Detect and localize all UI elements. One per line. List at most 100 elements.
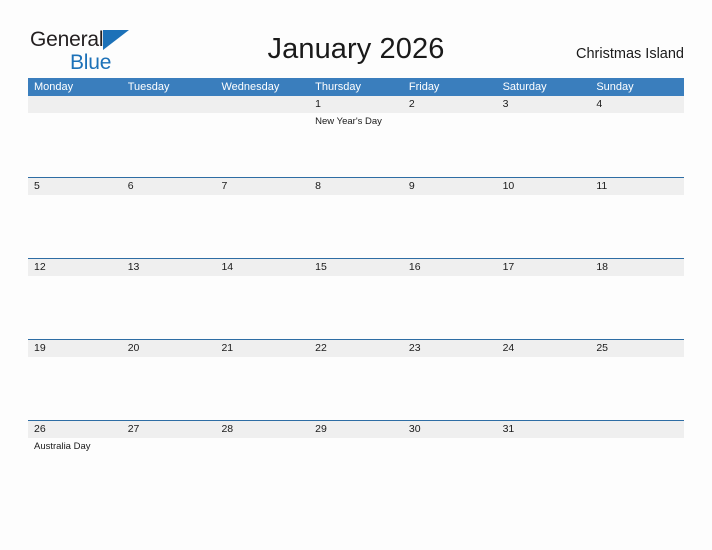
day-number: 17 — [502, 261, 515, 273]
day-cell[interactable]: 27 — [121, 421, 216, 501]
week-row: 26 Australia Day 27 28 29 30 31 — [28, 420, 685, 501]
day-number-band: 9 — [402, 178, 497, 195]
day-events: Australia Day — [28, 438, 122, 453]
day-cell[interactable]: 18 — [590, 259, 685, 339]
day-cell[interactable]: 10 — [496, 178, 591, 258]
day-number: 31 — [502, 423, 515, 435]
day-cell[interactable]: 1 New Year's Day — [309, 96, 403, 177]
day-number-band — [590, 421, 685, 438]
day-number-band: 3 — [496, 96, 591, 113]
day-cell[interactable]: 28 — [215, 421, 310, 501]
day-cell[interactable]: 6 — [121, 178, 216, 258]
day-cell[interactable]: 13 — [121, 259, 216, 339]
page-header: General Blue January 2026 Christmas Isla… — [0, 0, 712, 78]
location-label: Christmas Island — [576, 46, 684, 62]
weekday-header-tuesday: Tuesday — [127, 81, 170, 93]
week-cells: 1 New Year's Day 2 3 4 — [28, 96, 685, 177]
day-number-band: 7 — [215, 178, 310, 195]
day-cell[interactable]: 3 — [496, 96, 591, 177]
day-number: 26 — [34, 423, 46, 435]
day-number: 13 — [127, 261, 140, 273]
day-cell-empty — [590, 421, 685, 501]
day-number-band: 5 — [28, 178, 122, 195]
day-cell[interactable]: 16 — [402, 259, 497, 339]
day-number-band: 25 — [590, 340, 685, 357]
week-cells: 12 13 14 15 16 17 18 — [28, 259, 685, 339]
day-cell[interactable]: 5 — [28, 178, 122, 258]
week-rows-container: 1 New Year's Day 2 3 4 5 6 7 8 9 10 11 12 13 14 15 16 17 1… — [28, 96, 685, 501]
day-cell-empty — [215, 96, 310, 177]
day-number-band: 31 — [496, 421, 591, 438]
day-number-band: 24 — [496, 340, 591, 357]
day-number: 6 — [127, 180, 134, 192]
weekday-header-row: Monday Tuesday Wednesday Thursday Friday Satu… — [28, 78, 684, 96]
day-number-band: 23 — [402, 340, 497, 357]
day-number: 2 — [408, 98, 415, 110]
holiday-event: Australia Day — [34, 441, 91, 452]
day-number: 9 — [408, 180, 415, 192]
day-number-band: 6 — [121, 178, 216, 195]
day-number: 30 — [408, 423, 421, 435]
day-cell[interactable]: 22 — [309, 340, 403, 420]
day-number: 22 — [315, 342, 327, 354]
day-number-band: 26 — [28, 421, 122, 438]
day-number: 10 — [502, 180, 515, 192]
day-number: 15 — [315, 261, 327, 273]
day-number: 27 — [127, 423, 140, 435]
day-number: 18 — [596, 261, 608, 273]
day-cell[interactable]: 14 — [215, 259, 310, 339]
day-cell[interactable]: 11 — [590, 178, 685, 258]
day-number-band: 21 — [215, 340, 310, 357]
day-number: 19 — [34, 342, 46, 354]
day-cell[interactable]: 31 — [496, 421, 591, 501]
weekday-header-thursday: Thursday — [315, 81, 362, 93]
day-cell[interactable]: 7 — [215, 178, 310, 258]
day-cell[interactable]: 12 — [28, 259, 122, 339]
day-cell[interactable]: 19 — [28, 340, 122, 420]
day-number-band — [215, 96, 310, 113]
week-cells: 19 20 21 22 23 24 25 — [28, 340, 685, 420]
weekday-header-sunday: Sunday — [596, 81, 634, 93]
day-cell[interactable]: 4 — [590, 96, 685, 177]
day-number-band: 4 — [590, 96, 685, 113]
day-cell[interactable]: 15 — [309, 259, 403, 339]
day-number-band: 10 — [496, 178, 591, 195]
day-number-band: 2 — [402, 96, 497, 113]
day-number: 14 — [221, 261, 234, 273]
day-number: 1 — [315, 98, 321, 110]
day-cell[interactable]: 21 — [215, 340, 310, 420]
day-number: 11 — [596, 180, 608, 192]
day-number-band: 22 — [309, 340, 403, 357]
day-cell[interactable]: 9 — [402, 178, 497, 258]
holiday-event: New Year's Day — [315, 116, 382, 127]
day-cell[interactable]: 2 — [402, 96, 497, 177]
day-number: 5 — [34, 180, 40, 192]
day-number-band — [121, 96, 216, 113]
weekday-header-friday: Friday — [408, 81, 440, 93]
day-number-band: 17 — [496, 259, 591, 276]
day-events: New Year's Day — [309, 113, 403, 128]
day-number: 24 — [502, 342, 515, 354]
calendar-grid: Monday Tuesday Wednesday Thursday Friday Satu… — [28, 78, 685, 501]
day-cell[interactable]: 29 — [309, 421, 403, 501]
weekday-header-monday: Monday — [34, 81, 74, 93]
day-number-band: 18 — [590, 259, 685, 276]
week-row: 5 6 7 8 9 10 11 — [28, 177, 685, 258]
day-cell[interactable]: 30 — [402, 421, 497, 501]
day-number: 4 — [596, 98, 603, 110]
day-cell[interactable]: 25 — [590, 340, 685, 420]
day-number: 25 — [596, 342, 608, 354]
day-cell[interactable]: 20 — [121, 340, 216, 420]
weekday-header-wednesday: Wednesday — [221, 81, 280, 93]
day-cell[interactable]: 8 — [309, 178, 403, 258]
day-number-band: 13 — [121, 259, 216, 276]
day-number-band: 12 — [28, 259, 122, 276]
day-cell[interactable]: 24 — [496, 340, 591, 420]
day-number-band: 28 — [215, 421, 310, 438]
day-cell[interactable]: 23 — [402, 340, 497, 420]
day-number-band: 11 — [590, 178, 685, 195]
day-number: 29 — [315, 423, 327, 435]
day-number-band: 8 — [309, 178, 403, 195]
day-cell[interactable]: 17 — [496, 259, 591, 339]
day-cell[interactable]: 26 Australia Day — [28, 421, 122, 501]
